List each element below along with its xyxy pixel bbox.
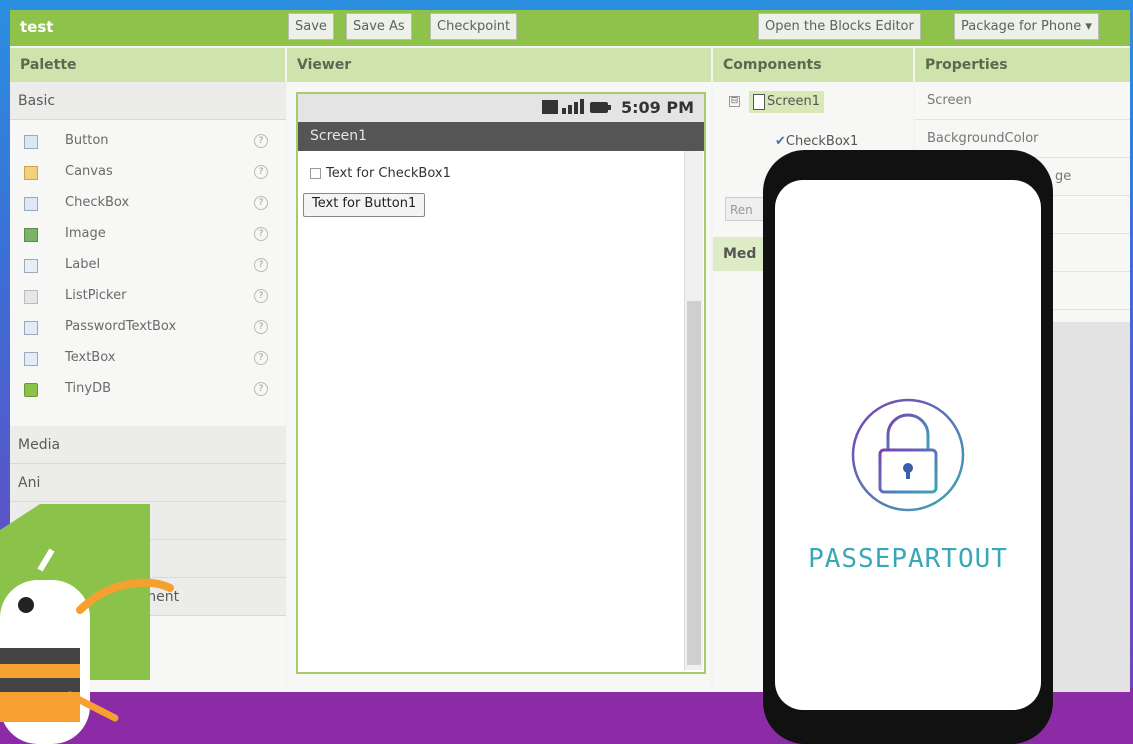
- status-time: 5:09 PM: [620, 98, 694, 117]
- rename-button[interactable]: Ren: [725, 197, 765, 221]
- help-icon[interactable]: ?: [254, 227, 268, 241]
- smartphone-screen: PASSEPARTOUT: [775, 180, 1041, 710]
- palette-item-tinydb[interactable]: TinyDB ?: [10, 375, 286, 406]
- palette-section-media[interactable]: Media: [10, 426, 286, 464]
- tinydb-icon: [24, 383, 38, 397]
- palette-item-label: PasswordTextBox: [65, 319, 177, 334]
- checkbox-preview-label: Text for CheckBox1: [326, 166, 451, 181]
- palette-header: Palette: [10, 48, 287, 82]
- tree-node-label: CheckBox1: [785, 134, 859, 149]
- checkbox-icon: [24, 197, 38, 211]
- top-toolbar: test Save Save As Checkpoint Open the Bl…: [10, 10, 1130, 46]
- palette-item-label: Image: [65, 226, 106, 241]
- palette-item-label: CheckBox: [65, 195, 130, 210]
- phone-preview: 5:09 PM Screen1 Text for CheckBox1 Text …: [296, 92, 706, 674]
- palette-item-canvas[interactable]: Canvas ?: [10, 158, 286, 189]
- palette-item-passwordtextbox[interactable]: PasswordTextBox ?: [10, 313, 286, 344]
- properties-component-name: Screen: [915, 82, 1130, 120]
- palette-item-image[interactable]: Image ?: [10, 220, 286, 251]
- help-icon[interactable]: ?: [254, 134, 268, 148]
- tree-collapse-icon[interactable]: ⊟: [729, 96, 740, 107]
- palette-section-basic[interactable]: Basic: [10, 82, 286, 120]
- palette-item-checkbox[interactable]: CheckBox ?: [10, 189, 286, 220]
- checkpoint-button[interactable]: Checkpoint: [430, 13, 518, 40]
- screen-title-bar: Screen1: [298, 122, 704, 151]
- palette-item-label: ListPicker: [65, 288, 127, 303]
- palette-item-label: TinyDB: [65, 381, 112, 396]
- viewer-panel: 5:09 PM Screen1 Text for CheckBox1 Text …: [287, 82, 711, 692]
- screen-document-icon: [753, 94, 765, 110]
- help-icon[interactable]: ?: [254, 382, 268, 396]
- help-icon[interactable]: ?: [254, 196, 268, 210]
- checkbox-preview[interactable]: Text for CheckBox1: [310, 166, 451, 181]
- status-bar: 5:09 PM: [298, 94, 704, 122]
- help-icon[interactable]: ?: [254, 289, 268, 303]
- tree-node-label: Screen1: [767, 94, 820, 109]
- button1-preview[interactable]: Text for Button1: [303, 193, 426, 217]
- package-for-phone-dropdown[interactable]: Package for Phone ▾: [954, 13, 1099, 40]
- android-bee-mascot: [0, 504, 174, 744]
- save-button[interactable]: Save: [288, 13, 334, 40]
- tree-node-checkbox1[interactable]: ✔CheckBox1: [775, 134, 858, 149]
- help-icon[interactable]: ?: [254, 258, 268, 272]
- project-title: test: [20, 18, 54, 36]
- palette-item-label: Label: [65, 257, 101, 272]
- viewer-header: Viewer: [287, 48, 713, 82]
- checkmark-icon: ✔: [775, 134, 786, 149]
- help-icon[interactable]: ?: [254, 320, 268, 334]
- image-icon: [24, 228, 38, 242]
- padlock-icon: [851, 398, 965, 512]
- blocks-editor-button[interactable]: Open the Blocks Editor: [758, 13, 921, 40]
- passwordtextbox-icon: [24, 321, 38, 335]
- checkbox-square-icon[interactable]: [310, 168, 321, 179]
- smartphone-mockup: PASSEPARTOUT: [763, 150, 1053, 744]
- app-brand-wordmark: PASSEPARTOUT: [808, 544, 1008, 574]
- scrollbar-thumb[interactable]: [687, 301, 701, 665]
- components-header: Components: [713, 48, 915, 82]
- save-as-button[interactable]: Save As: [346, 13, 412, 40]
- palette-item-textbox[interactable]: TextBox ?: [10, 344, 286, 375]
- palette-item-label-component[interactable]: Label ?: [10, 251, 286, 282]
- textbox-icon: [24, 352, 38, 366]
- palette-item-label: TextBox: [65, 350, 116, 365]
- palette-item-listpicker[interactable]: ListPicker ?: [10, 282, 286, 313]
- properties-header: Properties: [915, 48, 1130, 82]
- palette-item-label: Canvas: [65, 164, 113, 179]
- tree-node-screen1[interactable]: Screen1: [749, 91, 824, 113]
- help-icon[interactable]: ?: [254, 165, 268, 179]
- help-icon[interactable]: ?: [254, 351, 268, 365]
- button-icon: [24, 135, 38, 149]
- palette-item-button[interactable]: Button ?: [10, 127, 286, 158]
- label-icon: [24, 259, 38, 273]
- signal-battery-icon: [542, 99, 611, 114]
- canvas-icon: [24, 166, 38, 180]
- listpicker-icon: [24, 290, 38, 304]
- palette-item-label: Button: [65, 133, 109, 148]
- viewer-scrollbar[interactable]: [684, 151, 703, 670]
